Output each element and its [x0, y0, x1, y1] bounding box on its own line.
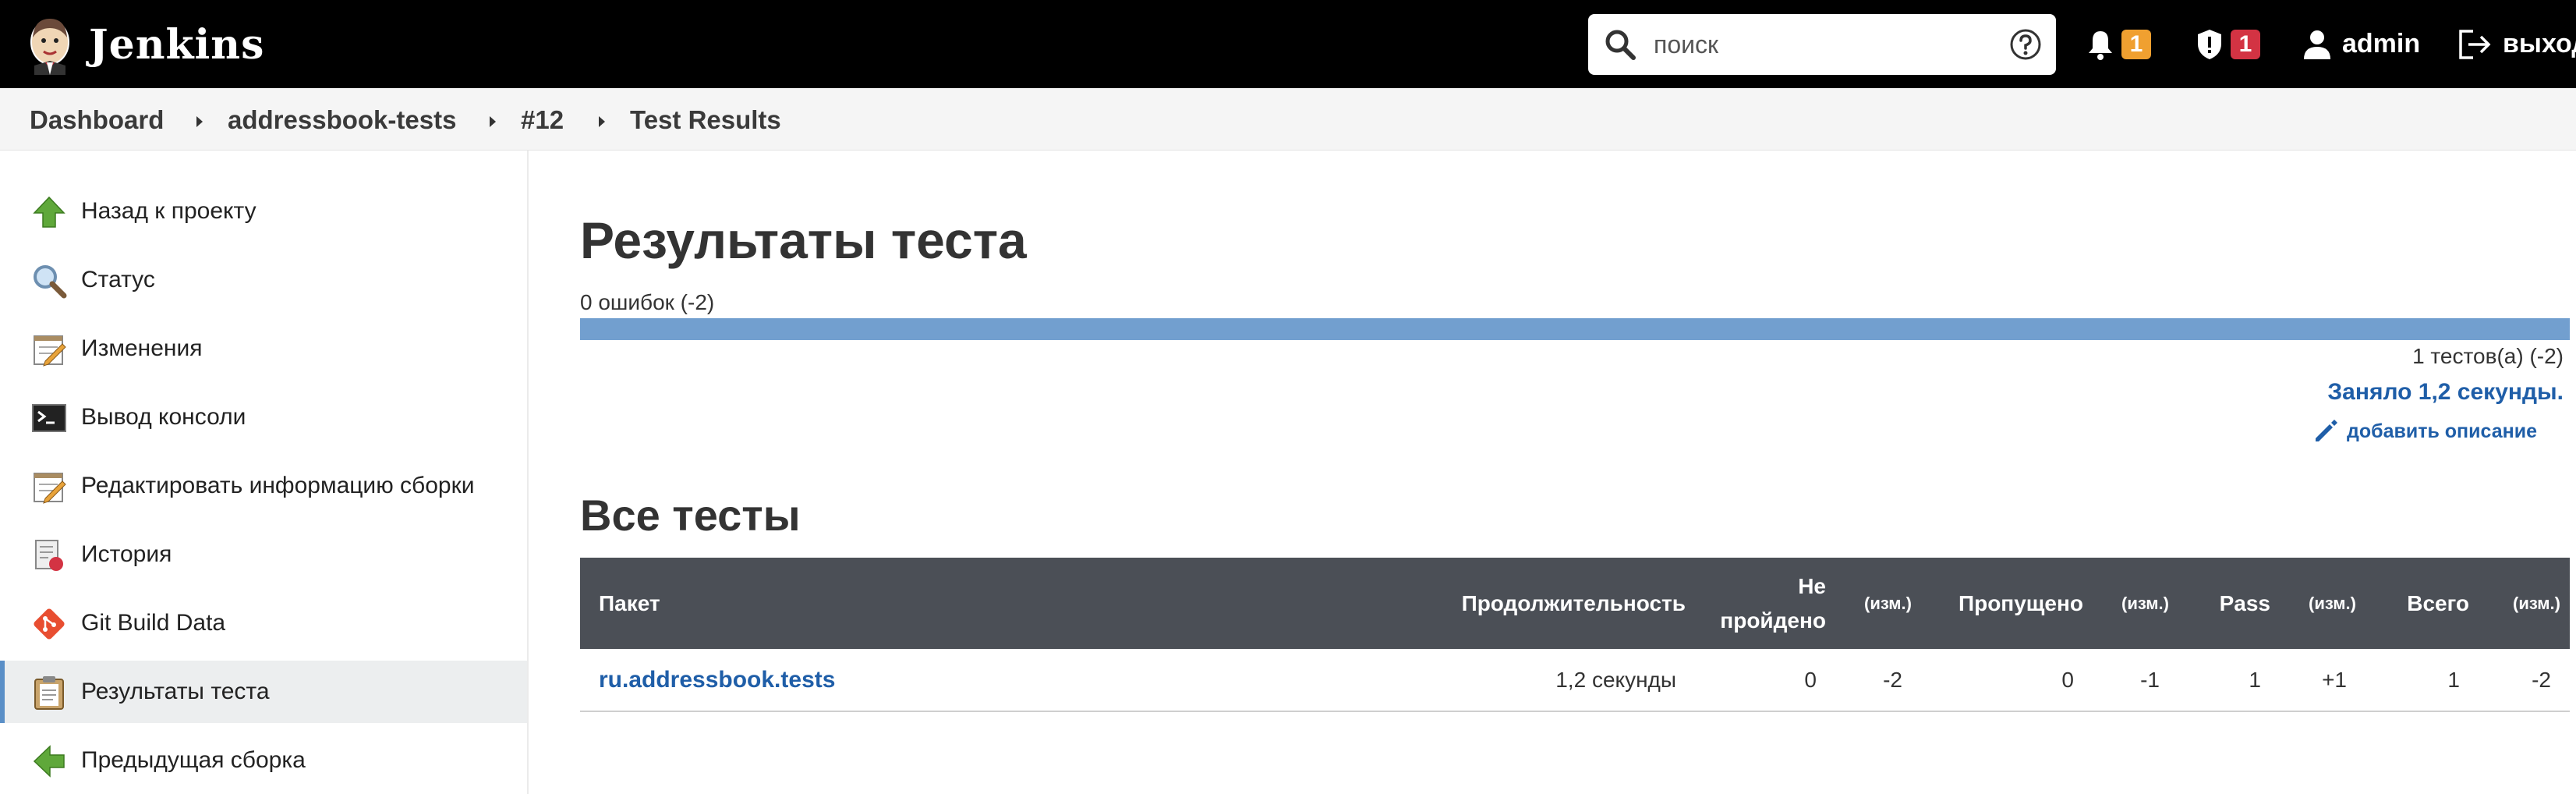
- summary-right: 1 тестов(а) (-2) Заняло 1,2 секунды. доб…: [580, 0, 2570, 468]
- notepad-icon: [34, 335, 66, 367]
- duration-link[interactable]: Заняло 1,2 секунды.: [2327, 379, 2564, 406]
- package-link[interactable]: ru.addressbook.tests: [599, 667, 835, 693]
- sidebar-item-label: Редактировать информацию сборки: [81, 473, 475, 498]
- magnifier-icon: [34, 265, 67, 299]
- jenkins-butler-icon: [30, 19, 69, 75]
- sidebar-item-label: Назад к проекту: [81, 198, 257, 224]
- col-failed[interactable]: Не пройдено: [1695, 558, 1835, 649]
- sidebar-item-test-results[interactable]: Результаты теста: [0, 661, 527, 723]
- col-skipped-diff[interactable]: (изм.): [2093, 558, 2178, 649]
- test-results-table: Пакет Продолжительность Не пройдено (изм…: [580, 558, 2570, 712]
- app-name: Jenkins: [89, 20, 265, 69]
- cell-package: ru.addressbook.tests: [580, 649, 1430, 712]
- cell-total: 1: [2365, 649, 2479, 712]
- sidebar-item-label: Вывод консоли: [81, 404, 246, 430]
- sidebar-item-console-output[interactable]: Вывод консоли: [0, 386, 527, 448]
- cell-pass: 1: [2178, 649, 2280, 712]
- col-failed-line1: Не: [1798, 573, 1826, 598]
- add-description-label: добавить описание: [2346, 420, 2537, 442]
- col-total-diff[interactable]: (изм.): [2479, 558, 2570, 649]
- terminal-icon: [32, 404, 66, 432]
- sidebar-item-label: Изменения: [81, 335, 203, 361]
- table-row: ru.addressbook.tests 1,2 секунды 0 -2 0 …: [580, 649, 2570, 712]
- col-pass[interactable]: Pass: [2178, 558, 2280, 649]
- breadcrumb-chevron-icon[interactable]: [490, 116, 496, 127]
- sidebar-item-label: Статус: [81, 267, 155, 292]
- breadcrumb-project[interactable]: addressbook-tests: [228, 105, 456, 135]
- sidebar-item-back-to-project[interactable]: Назад к проекту: [0, 180, 527, 243]
- breadcrumb-chevron-icon[interactable]: [196, 116, 203, 127]
- col-duration[interactable]: Продолжительность: [1430, 558, 1695, 649]
- sidebar-item-label: История: [81, 541, 172, 567]
- notepad-edit-icon: [34, 473, 66, 504]
- sidebar: Назад к проекту Статус Изменения Вывод к…: [0, 151, 529, 794]
- col-package[interactable]: Пакет: [580, 558, 1430, 649]
- sidebar-item-history[interactable]: История: [0, 523, 527, 586]
- tests-count: 1 тестов(а) (-2): [2412, 344, 2564, 368]
- cell-skipped: 0: [1921, 649, 2093, 712]
- cell-total-diff: -2: [2479, 649, 2570, 712]
- all-tests-title: Все тесты: [580, 491, 801, 540]
- left-arrow-icon: [33, 745, 65, 778]
- table-header-row: Пакет Продолжительность Не пройдено (изм…: [580, 558, 2570, 649]
- col-failed-line2: пройдено: [1720, 608, 1826, 633]
- breadcrumb-build[interactable]: #12: [521, 105, 564, 135]
- sidebar-item-previous-build[interactable]: Предыдущая сборка: [0, 729, 527, 792]
- sidebar-item-label: Предыдущая сборка: [81, 747, 306, 773]
- sidebar-item-changes[interactable]: Изменения: [0, 317, 527, 380]
- sidebar-item-edit-build-info[interactable]: Редактировать информацию сборки: [0, 455, 527, 517]
- cell-skipped-diff: -1: [2093, 649, 2178, 712]
- cell-failed-diff: -2: [1835, 649, 1921, 712]
- up-arrow-icon: [33, 196, 65, 228]
- sidebar-item-status[interactable]: Статус: [0, 249, 527, 311]
- sidebar-item-git-build-data[interactable]: Git Build Data: [0, 592, 527, 654]
- cell-pass-diff: +1: [2280, 649, 2365, 712]
- add-description-button[interactable]: добавить описание: [2312, 418, 2537, 445]
- sidebar-item-label: Git Build Data: [81, 610, 226, 636]
- col-skipped[interactable]: Пропущено: [1921, 558, 2093, 649]
- breadcrumb-dashboard[interactable]: Dashboard: [30, 105, 164, 135]
- col-total[interactable]: Всего: [2365, 558, 2479, 649]
- clipboard-icon: [34, 676, 64, 710]
- col-failed-diff[interactable]: (изм.): [1835, 558, 1921, 649]
- cell-failed: 0: [1695, 649, 1835, 712]
- jenkins-logo[interactable]: Jenkins: [27, 14, 264, 75]
- cell-duration: 1,2 секунды: [1430, 649, 1695, 712]
- sidebar-item-label: Результаты теста: [81, 679, 270, 704]
- col-pass-diff[interactable]: (изм.): [2280, 558, 2365, 649]
- git-icon: [34, 608, 65, 640]
- history-icon: [35, 540, 63, 571]
- pencil-icon: [2315, 420, 2337, 441]
